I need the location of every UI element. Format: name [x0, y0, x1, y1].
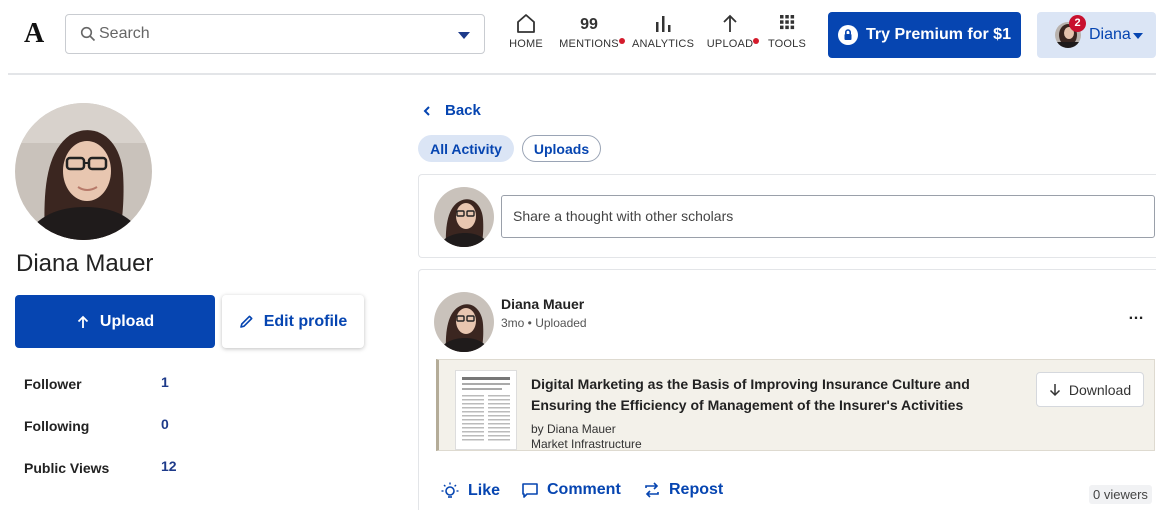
edit-profile-button[interactable]: Edit profile [222, 295, 364, 348]
comment-button[interactable]: Comment [521, 481, 621, 499]
download-button[interactable]: Download [1036, 372, 1144, 407]
document-title[interactable]: Digital Marketing as the Basis of Improv… [531, 374, 1029, 416]
stat-follower-value[interactable]: 1 [161, 374, 169, 390]
stat-follower-label[interactable]: Follower [24, 376, 82, 392]
document-thumbnail[interactable] [455, 370, 517, 450]
like-button[interactable]: Like [440, 481, 500, 501]
analytics-icon [656, 16, 671, 32]
edit-profile-label: Edit profile [263, 312, 348, 330]
nav-analytics[interactable]: ANALYTICS [632, 12, 694, 62]
chevron-left-icon [423, 105, 430, 116]
upload-button[interactable]: Upload [15, 295, 215, 348]
chevron-down-icon [1133, 33, 1143, 39]
nav-tools-label: TOOLS [767, 38, 807, 50]
repost-icon [645, 482, 659, 498]
upload-arrow-icon [77, 315, 89, 328]
post-author-name[interactable]: Diana Mauer [501, 296, 584, 312]
activity-post-card: Diana Mauer 3mo • Uploaded … Digital Mar… [418, 269, 1156, 510]
tab-uploads[interactable]: Uploads [522, 135, 601, 162]
user-name: Diana [1089, 26, 1131, 43]
nav-mentions[interactable]: 99 MENTIONS [556, 12, 622, 62]
svg-text:99: 99 [580, 16, 598, 33]
search-placeholder: Search [99, 25, 150, 42]
nav-upload-label: UPLOAD [706, 38, 754, 50]
composer-avatar [434, 187, 494, 247]
try-premium-label: Try Premium for $1 [866, 26, 1011, 43]
notification-count-badge: 2 [1069, 15, 1086, 32]
viewers-count: 0 viewers [1089, 485, 1152, 504]
search-icon [80, 26, 96, 42]
tab-all-activity[interactable]: All Activity [418, 135, 514, 162]
stat-following-label[interactable]: Following [24, 418, 89, 434]
nav-mentions-label: MENTIONS [559, 38, 619, 50]
download-label: Download [1068, 381, 1132, 398]
mentions-notification-dot [619, 38, 625, 44]
home-icon [517, 14, 535, 33]
stat-following-value[interactable]: 0 [161, 416, 169, 432]
stat-public-views-value: 12 [161, 458, 177, 474]
lightbulb-icon [441, 482, 459, 498]
post-author-avatar[interactable] [434, 292, 494, 352]
download-icon [1049, 383, 1060, 396]
back-label: Back [445, 102, 481, 119]
repost-button[interactable]: Repost [643, 481, 723, 499]
upload-icon [723, 14, 737, 32]
nav-home-label: HOME [509, 38, 543, 50]
document-venue: Market Infrastructure [531, 437, 642, 451]
upload-notification-dot [753, 38, 759, 44]
repost-label: Repost [669, 481, 724, 498]
back-link[interactable]: Back [423, 102, 481, 119]
user-menu-button[interactable]: 2 Diana [1037, 12, 1156, 58]
pencil-icon [239, 315, 253, 328]
document-preview[interactable]: Digital Marketing as the Basis of Improv… [436, 359, 1155, 451]
lock-icon [838, 25, 859, 45]
academia-logo[interactable]: A [24, 18, 44, 50]
comment-label: Comment [547, 481, 621, 498]
stat-public-views-label: Public Views [24, 460, 110, 476]
profile-photo[interactable] [15, 103, 152, 240]
post-meta: 3mo • Uploaded [501, 316, 587, 330]
nav-upload[interactable]: UPLOAD [706, 12, 754, 62]
profile-name: Diana Mauer [16, 250, 154, 277]
search-input[interactable]: Search [65, 14, 485, 54]
grid-icon [780, 15, 795, 30]
quote-icon: 99 [580, 16, 598, 33]
nav-analytics-label: ANALYTICS [632, 38, 695, 50]
try-premium-button[interactable]: Try Premium for $1 [828, 12, 1021, 58]
document-author: by Diana Mauer [531, 422, 616, 436]
header-divider [8, 73, 1156, 75]
comment-icon [522, 483, 538, 498]
search-dropdown-icon[interactable] [458, 32, 470, 39]
upload-button-label: Upload [99, 312, 155, 330]
nav-home[interactable]: HOME [506, 12, 546, 62]
post-composer: Share a thought with other scholars [418, 174, 1156, 258]
more-options-icon[interactable]: … [1128, 306, 1145, 324]
nav-tools[interactable]: TOOLS [766, 12, 808, 62]
like-label: Like [468, 482, 501, 499]
share-thought-input[interactable]: Share a thought with other scholars [501, 195, 1155, 238]
top-navigation-bar: A Search HOME 99 MENTIONS ANALYTICS UPLO… [0, 0, 1156, 74]
